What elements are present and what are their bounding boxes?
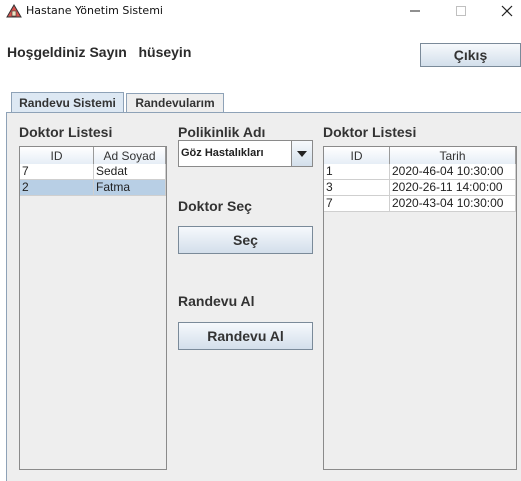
table-row-selected[interactable]: 2 Fatma xyxy=(20,180,166,196)
cell-date: 2020-43-04 10:30:00 xyxy=(390,196,516,211)
appointment-table: ID Tarih 1 2020-46-04 10:30:00 3 2020-26… xyxy=(323,146,517,470)
minimize-button[interactable] xyxy=(398,0,432,22)
clinic-select-value: Göz Hastalıkları xyxy=(181,147,264,159)
column-header-id[interactable]: ID xyxy=(324,147,390,164)
window-title: Hastane Yönetim Sistemi xyxy=(26,4,163,17)
dropdown-arrow-icon[interactable] xyxy=(291,141,312,166)
cell-name: Sedat xyxy=(94,164,166,179)
close-icon xyxy=(501,5,513,17)
doctor-table: ID Ad Soyad 7 Sedat 2 Fatma xyxy=(19,146,167,470)
cell-id: 1 xyxy=(324,164,390,179)
doctor-list-label: Doktor Listesi xyxy=(19,124,113,140)
cell-date: 2020-26-11 14:00:00 xyxy=(390,180,516,195)
appointment-list-label: Doktor Listesi xyxy=(323,124,417,140)
clinic-label: Polikinlik Adı xyxy=(178,124,266,140)
doctor-select-label: Doktor Seç xyxy=(178,198,252,214)
doctor-table-header: ID Ad Soyad xyxy=(20,147,166,165)
tab-randevularim[interactable]: Randevularım xyxy=(126,93,224,112)
maximize-icon xyxy=(456,6,466,16)
app-icon xyxy=(6,3,22,19)
appointment-label: Randevu Al xyxy=(178,293,255,309)
cell-id: 7 xyxy=(324,196,390,211)
tab-randevu-sistemi[interactable]: Randevu Sistemi xyxy=(11,92,124,112)
table-row[interactable]: 1 2020-46-04 10:30:00 xyxy=(324,164,516,180)
welcome-text: Hoşgeldiniz Sayın hüseyin xyxy=(7,44,192,60)
appointment-table-header: ID Tarih xyxy=(324,147,516,165)
minimize-icon xyxy=(410,10,420,12)
cell-name: Fatma xyxy=(94,180,166,195)
table-row[interactable]: 7 Sedat xyxy=(20,164,166,180)
cell-id: 7 xyxy=(20,164,94,179)
maximize-button[interactable] xyxy=(444,0,478,22)
cell-id: 2 xyxy=(20,180,94,195)
cell-id: 3 xyxy=(324,180,390,195)
column-header-date[interactable]: Tarih xyxy=(390,147,516,164)
table-row[interactable]: 7 2020-43-04 10:30:00 xyxy=(324,196,516,212)
table-row[interactable]: 3 2020-26-11 14:00:00 xyxy=(324,180,516,196)
make-appointment-button[interactable]: Randevu Al xyxy=(178,322,313,350)
column-header-name[interactable]: Ad Soyad xyxy=(94,147,166,164)
select-doctor-button[interactable]: Seç xyxy=(178,226,313,254)
clinic-select[interactable]: Göz Hastalıkları xyxy=(178,140,313,167)
close-button[interactable] xyxy=(490,0,521,22)
exit-button[interactable]: Çıkış xyxy=(420,43,521,67)
column-header-id[interactable]: ID xyxy=(20,147,94,164)
cell-date: 2020-46-04 10:30:00 xyxy=(390,164,516,179)
